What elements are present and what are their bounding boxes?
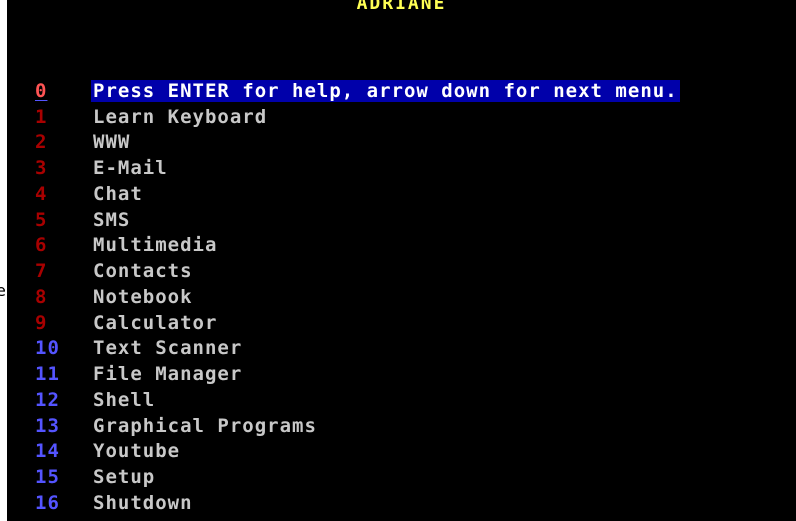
menu-item-number: 7 (35, 260, 48, 283)
menu-item-1[interactable]: 1 Learn Keyboard (35, 104, 680, 130)
menu-item-label: Multimedia (93, 234, 218, 257)
menu-item-label: Shutdown (93, 491, 193, 514)
menu-item-3[interactable]: 3 E-Mail (35, 155, 680, 181)
menu-item-number: 1 (35, 105, 48, 128)
menu-item-label: WWW (93, 131, 131, 154)
menu-item-label: File Manager (93, 363, 243, 386)
menu-item-11[interactable]: 11 File Manager (35, 361, 680, 387)
menu-item-0[interactable]: 0 Press ENTER for help, arrow down for ne… (35, 78, 680, 104)
menu-item-10[interactable]: 10 Text Scanner (35, 336, 680, 362)
menu-item-label: Learn Keyboard (93, 105, 268, 128)
menu-item-number: 4 (35, 182, 48, 205)
menu-item-label: Calculator (93, 311, 218, 334)
menu-item-13[interactable]: 13 Graphical Programs (35, 413, 680, 439)
menu-item-number: 6 (35, 234, 48, 257)
menu-item-label: Setup (93, 466, 156, 489)
menu-item-7[interactable]: 7 Contacts (35, 258, 680, 284)
menu-item-label: Text Scanner (93, 337, 243, 360)
menu-item-label: Youtube (93, 440, 181, 463)
app-title: ADRIANE (356, 0, 447, 14)
menu-item-number: 9 (35, 311, 48, 334)
menu-item-number: 16 (35, 491, 60, 514)
menu-item-number: 13 (35, 414, 60, 437)
menu-item-label: Graphical Programs (93, 414, 317, 437)
menu-item-number: 0 (35, 79, 48, 102)
terminal-screen: ADRIANE 0 Press ENTER for help, arrow dow… (7, 0, 796, 521)
menu-item-2[interactable]: 2 WWW (35, 130, 680, 156)
menu-item-9[interactable]: 9 Calculator (35, 310, 680, 336)
menu-item-number: 12 (35, 388, 60, 411)
menu-item-8[interactable]: 8 Notebook (35, 284, 680, 310)
menu-item-number: 15 (35, 466, 60, 489)
menu-item-12[interactable]: 12 Shell (35, 387, 680, 413)
edge-text-fragment: e (0, 281, 6, 300)
menu-item-label: Shell (93, 388, 156, 411)
menu-item-5[interactable]: 5 SMS (35, 207, 680, 233)
menu-item-label: SMS (93, 208, 131, 231)
menu-item-number: 3 (35, 157, 48, 180)
menu-item-number: 14 (35, 440, 60, 463)
menu-item-number: 2 (35, 131, 48, 154)
menu-item-15[interactable]: 15 Setup (35, 464, 680, 490)
menu-item-4[interactable]: 4 Chat (35, 181, 680, 207)
menu-item-number: 11 (35, 363, 60, 386)
menu-item-label: Notebook (93, 285, 193, 308)
main-menu: 0 Press ENTER for help, arrow down for ne… (35, 78, 680, 516)
menu-item-16[interactable]: 16 Shutdown (35, 490, 680, 516)
menu-item-label: Press ENTER for help, arrow down for nex… (91, 79, 680, 102)
menu-item-label: E-Mail (93, 157, 168, 180)
menu-item-6[interactable]: 6 Multimedia (35, 233, 680, 259)
menu-item-label: Contacts (93, 260, 193, 283)
menu-item-label: Chat (93, 182, 143, 205)
menu-item-number: 5 (35, 208, 48, 231)
menu-item-number: 8 (35, 285, 48, 308)
menu-item-number: 10 (35, 337, 60, 360)
menu-item-14[interactable]: 14 Youtube (35, 439, 680, 465)
